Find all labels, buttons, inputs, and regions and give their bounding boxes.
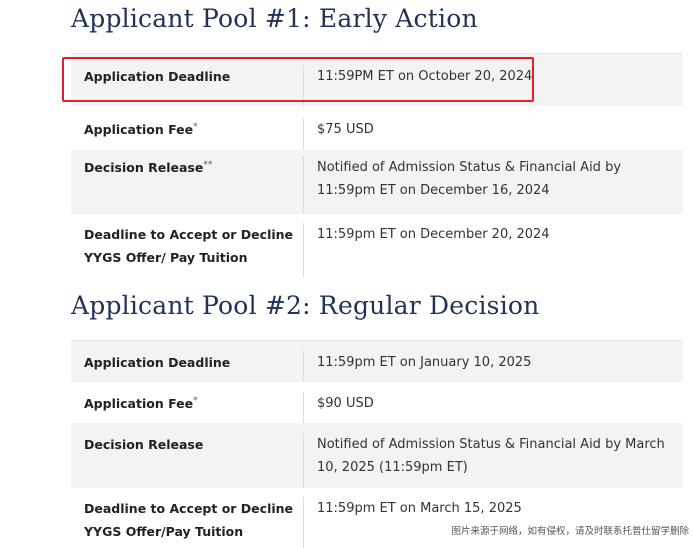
row-label: Decision Release: [71, 433, 304, 488]
label-text: Deadline to Accept or Decline YYGS Offer…: [84, 501, 294, 539]
table-row-application-fee: Application Fee* $90 USD: [71, 382, 683, 423]
row-value: $90 USD: [317, 396, 374, 411]
footnote-marker: *: [193, 395, 198, 406]
table-row-accept-deadline: Deadline to Accept or Decline YYGS Offer…: [71, 214, 683, 277]
table-row-application-deadline: Application Deadline 11:59pm ET on Janua…: [71, 341, 683, 382]
row-value: 11:59pm ET on December 20, 2024: [317, 227, 550, 242]
row-label: Application Fee*: [71, 392, 304, 423]
row-label: Application Deadline: [71, 65, 304, 106]
label-text: Application Deadline: [84, 355, 231, 370]
label-text: Decision Release: [84, 160, 204, 175]
row-label: Decision Release**: [71, 156, 304, 214]
row-label: Deadline to Accept or Decline YYGS Offer…: [71, 497, 304, 548]
source-watermark: 图片来源于网络，如有侵权，请及时联系托普仕留学删除: [451, 526, 689, 537]
pool-2-title: Applicant Pool #2: Regular Decision: [71, 291, 540, 320]
label-text: Application Fee: [84, 122, 194, 137]
footnote-marker: **: [203, 159, 213, 170]
label-text: Application Deadline: [84, 69, 231, 84]
pool-1-table: Application Deadline 11:59PM ET on Octob…: [71, 53, 683, 277]
table-row-application-fee: Application Fee* $75 USD: [71, 106, 683, 150]
label-text: Decision Release: [84, 437, 204, 452]
row-value: 11:59pm ET on January 10, 2025: [317, 355, 532, 370]
row-label: Deadline to Accept or Decline YYGS Offer…: [71, 223, 304, 277]
table-row-application-deadline: Application Deadline 11:59PM ET on Octob…: [71, 54, 683, 106]
row-label: Application Fee*: [71, 118, 304, 150]
row-value: $75 USD: [317, 122, 374, 137]
label-text: Deadline to Accept or Decline YYGS Offer…: [84, 227, 294, 265]
table-row-accept-deadline: Deadline to Accept or Decline YYGS Offer…: [71, 488, 683, 548]
table-row-decision-release: Decision Release Notified of Admission S…: [71, 423, 683, 488]
pool-2-table: Application Deadline 11:59pm ET on Janua…: [71, 340, 683, 548]
row-label: Application Deadline: [71, 351, 304, 382]
pool-1-title: Applicant Pool #1: Early Action: [71, 4, 478, 33]
row-value: Notified of Admission Status & Financial…: [317, 160, 622, 198]
label-text: Application Fee: [84, 396, 194, 411]
row-value: Notified of Admission Status & Financial…: [317, 437, 665, 475]
row-value: 11:59PM ET on October 20, 2024: [317, 69, 533, 84]
footnote-marker: *: [193, 121, 198, 132]
table-row-decision-release: Decision Release** Notified of Admission…: [71, 150, 683, 214]
